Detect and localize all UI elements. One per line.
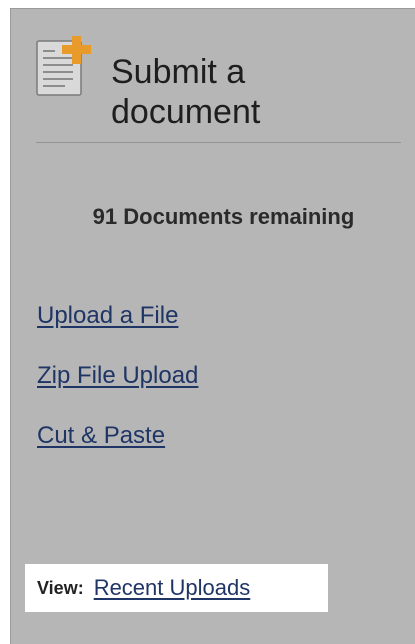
cut-paste-link[interactable]: Cut & Paste bbox=[37, 419, 198, 453]
view-label: View: bbox=[37, 577, 84, 598]
documents-remaining-text: 91 Documents remaining bbox=[92, 204, 355, 229]
upload-file-link[interactable]: Upload a File bbox=[37, 299, 198, 333]
document-add-icon bbox=[35, 35, 95, 97]
title-line-1: Submit a bbox=[111, 53, 246, 91]
recent-uploads-link[interactable]: Recent Uploads bbox=[94, 575, 251, 601]
page-title: Submit a document bbox=[111, 52, 260, 132]
submit-document-panel: Submit a document 91 Documents remaining… bbox=[10, 8, 415, 644]
submission-links: Upload a File Zip File Upload Cut & Past… bbox=[37, 299, 198, 479]
title-line-2: document bbox=[111, 93, 261, 131]
view-bar: View: Recent Uploads bbox=[25, 564, 328, 612]
zip-file-upload-link[interactable]: Zip File Upload bbox=[37, 359, 198, 393]
header-divider bbox=[36, 142, 401, 143]
panel-header: Submit a document bbox=[11, 9, 415, 144]
